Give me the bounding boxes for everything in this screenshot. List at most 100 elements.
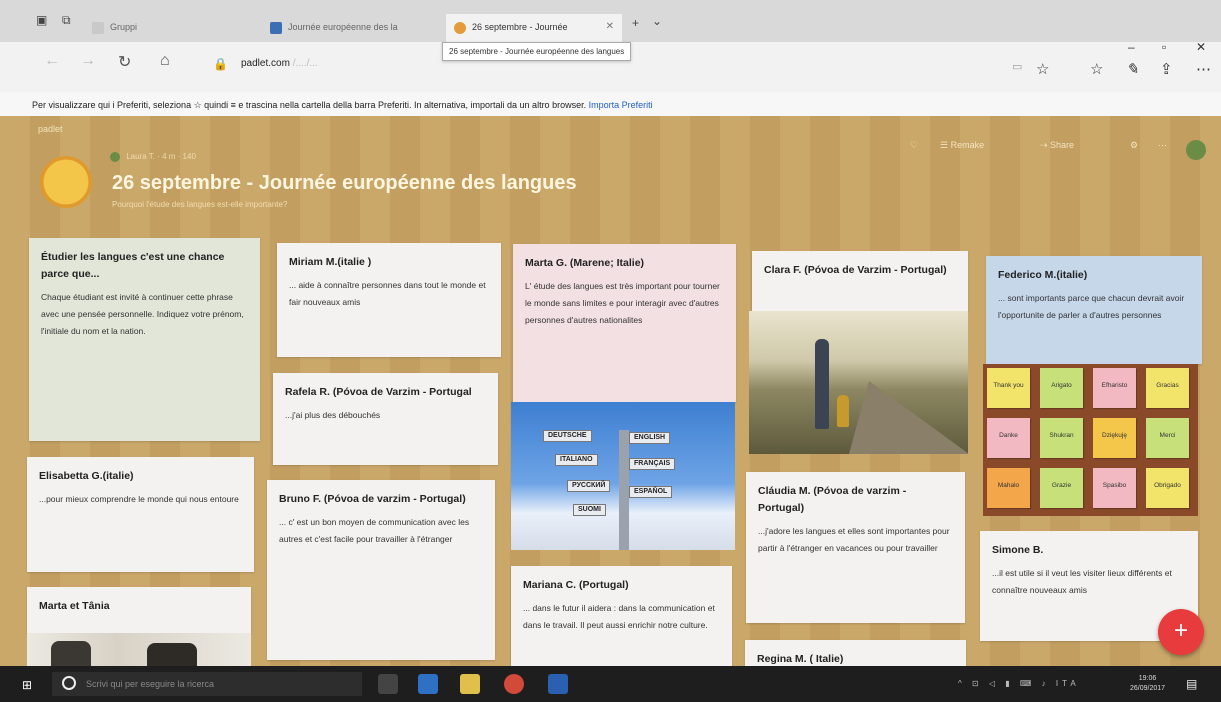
signpost-pole: [619, 430, 629, 550]
maximize-icon[interactable]: ▫: [1162, 40, 1166, 54]
remake-button[interactable]: ☰ Remake: [940, 140, 984, 151]
chrome-app-icon[interactable]: [504, 674, 524, 694]
tab-favicon-icon: [454, 22, 466, 34]
sticky-note: Merci: [1146, 418, 1189, 458]
post-image-road[interactable]: [749, 311, 968, 454]
sticky-note: Dziękuję: [1093, 418, 1136, 458]
close-tab-icon[interactable]: ✕: [606, 21, 614, 32]
sticky-note: Obrigado: [1146, 468, 1189, 508]
post-mariana[interactable]: Mariana C. (Portugal) ... dans le futur …: [511, 566, 732, 666]
tab-label: Journée européenne des la: [288, 22, 398, 32]
settings-gear-icon[interactable]: ⚙: [1130, 140, 1138, 151]
post-title: Elisabetta G.(italie): [39, 470, 134, 482]
post-clara[interactable]: Clara F. (Póvoa de Varzim - Portugal): [752, 251, 968, 311]
windows-start-icon[interactable]: ⊞: [22, 678, 32, 692]
tab-gruppi[interactable]: Gruppi: [84, 14, 254, 42]
post-regina[interactable]: Regina M. ( Italie): [745, 640, 966, 666]
post-rafela[interactable]: Rafela R. (Póvoa de Varzim - Portugal ..…: [273, 373, 498, 465]
post-title: Marta G. (Marene; Italie): [525, 257, 645, 269]
tab-actions-icon[interactable]: ▣: [36, 13, 47, 27]
post-image-signpost[interactable]: DEUTSCHE ENGLISH ITALIANO FRANÇAIS РУССК…: [511, 402, 735, 550]
action-center-icon[interactable]: ▤: [1186, 677, 1197, 691]
favorites-bar: Per visualizzare qui i Preferiti, selezi…: [0, 92, 1221, 116]
page-subtitle: Pourquoi l'étude des langues est-elle im…: [112, 200, 288, 209]
board-icon: [40, 156, 92, 208]
clock[interactable]: 19:06 26/09/2017: [1130, 674, 1165, 694]
favorite-star-icon[interactable]: ☆: [1036, 60, 1049, 78]
post-federico[interactable]: Federico M.(italie) ... sont importants …: [986, 256, 1202, 364]
post-elisabetta[interactable]: Elisabetta G.(italie) ...pour mieux comp…: [27, 457, 254, 572]
web-note-icon[interactable]: ✎: [1126, 60, 1139, 78]
file-explorer-icon[interactable]: [460, 674, 480, 694]
system-tray[interactable]: ^ ⊡ ◁ ▮ ⌨ ♪ ITA: [958, 679, 1080, 688]
sign-label: ESPAÑOL: [629, 486, 673, 498]
more-options-icon[interactable]: ⋯: [1158, 140, 1167, 151]
post-claudia[interactable]: Cláudia M. (Póvoa de varzim - Portugal) …: [746, 472, 965, 623]
post-bruno[interactable]: Bruno F. (Póvoa de varzim - Portugal) ..…: [267, 480, 495, 660]
author-row: Laura T. · 4 m · 140: [110, 152, 196, 162]
post-title: Rafela R. (Póvoa de Varzim - Portugal: [285, 386, 472, 398]
tab-tooltip: 26 septembre - Journée européenne des la…: [442, 42, 632, 61]
import-favorites-link[interactable]: Importa Preferiti: [589, 100, 653, 110]
more-icon[interactable]: ⋯: [1196, 60, 1211, 78]
author-avatar: [110, 152, 120, 162]
new-tab-icon[interactable]: +: [632, 16, 639, 30]
post-image-sticky-notes[interactable]: Thank you Arigato Efharisto Gracias Dank…: [983, 364, 1198, 516]
tab-favicon-icon: [270, 22, 282, 34]
sign-label: FRANÇAIS: [629, 458, 676, 470]
post-title: Cláudia M. (Póvoa de varzim - Portugal): [758, 485, 907, 514]
word-app-icon[interactable]: [548, 674, 568, 694]
url-path: /..../...: [292, 58, 318, 69]
sticky-note: Shukran: [1040, 418, 1083, 458]
favorites-hub-icon[interactable]: ☆: [1090, 60, 1103, 78]
reading-view-icon[interactable]: ▭: [1012, 60, 1022, 73]
post-marta-g[interactable]: Marta G. (Marene; Italie) L' étude des l…: [513, 244, 736, 402]
back-icon[interactable]: ←: [44, 52, 60, 70]
refresh-icon[interactable]: ↻: [118, 52, 131, 72]
post-marta-tania[interactable]: Marta et Tânia: [27, 587, 251, 633]
author-info: Laura T. · 4 m · 140: [126, 152, 196, 162]
share-button[interactable]: ⇢ Share: [1040, 140, 1074, 151]
user-avatar[interactable]: [1186, 140, 1206, 160]
post-title: Étudier les langues c'est une chance par…: [41, 251, 225, 280]
sticky-note: Danke: [987, 418, 1030, 458]
post-title: Mariana C. (Portugal): [523, 579, 629, 591]
edge-app-icon[interactable]: [418, 674, 438, 694]
sticky-note: Arigato: [1040, 368, 1083, 408]
tab-26-septembre[interactable]: 26 septembre - Journée ✕: [446, 14, 622, 42]
share-icon[interactable]: ⇪: [1160, 60, 1173, 78]
close-window-icon[interactable]: ✕: [1196, 40, 1206, 54]
forward-icon[interactable]: →: [80, 52, 96, 70]
task-view-icon[interactable]: [378, 674, 398, 694]
home-icon[interactable]: ⌂: [160, 52, 170, 70]
post-body: L' étude des langues est très important …: [525, 281, 720, 325]
add-post-button[interactable]: +: [1158, 609, 1204, 655]
sign-label: РУССКИЙ: [567, 480, 611, 492]
tab-journee[interactable]: Journée européenne des la: [262, 14, 442, 42]
minimize-icon[interactable]: –: [1128, 40, 1135, 54]
sign-label: ENGLISH: [629, 432, 671, 444]
post-body: ... dans le futur il aidera : dans la co…: [523, 603, 715, 630]
person-silhouette: [51, 641, 91, 666]
post-body: ... c' est un bon moyen de communication…: [279, 517, 470, 544]
chevron-down-icon[interactable]: ⌄: [652, 14, 662, 28]
tab-label: 26 septembre - Journée: [472, 22, 568, 32]
clock-time: 19:06: [1138, 675, 1157, 682]
road-shape: [849, 381, 968, 454]
taskbar-search-input[interactable]: Scrivi qui per eseguire la ricerca: [52, 672, 362, 696]
cortana-icon: [62, 676, 76, 690]
page-title: 26 septembre - Journée européenne des la…: [112, 172, 577, 194]
set-aside-tabs-icon[interactable]: ⧉: [62, 13, 71, 28]
padlet-brand[interactable]: padlet: [38, 124, 63, 134]
hiker-silhouette: [815, 339, 829, 429]
sticky-note: Efharisto: [1093, 368, 1136, 408]
post-body: ... sont importants parce que chacun dev…: [998, 293, 1185, 320]
sticky-note: Mahalo: [987, 468, 1030, 508]
post-image-people[interactable]: [27, 633, 251, 666]
url-domain: padlet.com: [241, 58, 290, 69]
post-intro[interactable]: Étudier les langues c'est une chance par…: [29, 238, 260, 441]
sign-label: SUOMI: [573, 504, 606, 516]
like-icon[interactable]: ♡: [910, 140, 918, 151]
post-miriam[interactable]: Miriam M.(italie ) ... aide à connaître …: [277, 243, 501, 357]
child-silhouette: [837, 395, 849, 427]
